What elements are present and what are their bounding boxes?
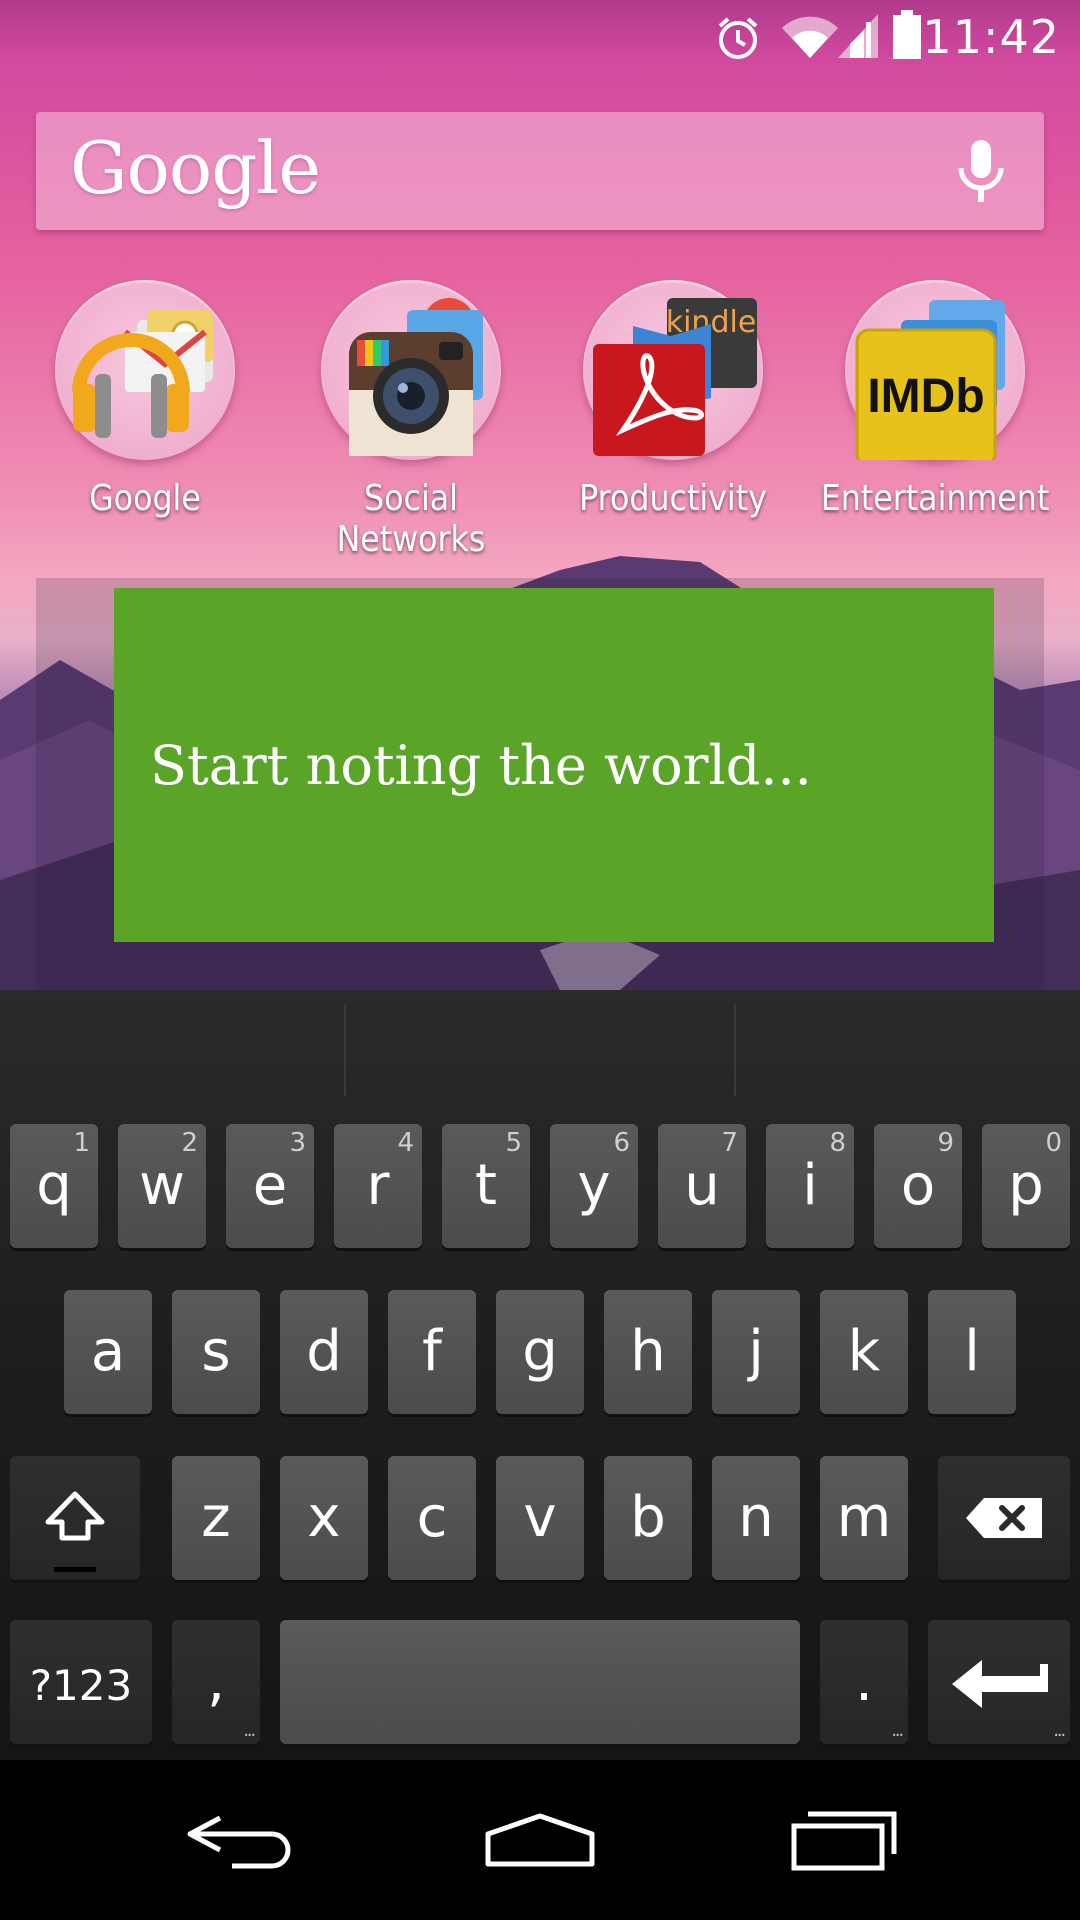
folder-entertainment[interactable]: IMDb Entertainment bbox=[800, 280, 1070, 540]
enter-icon bbox=[952, 1660, 1048, 1708]
folder-label: Google bbox=[89, 478, 201, 519]
key-t[interactable]: 5t bbox=[442, 1124, 530, 1248]
key-u[interactable]: 7u bbox=[658, 1124, 746, 1248]
shift-indicator bbox=[54, 1567, 96, 1572]
signal-icon bbox=[838, 14, 878, 58]
suggestion-divider bbox=[344, 1004, 346, 1096]
shift-key[interactable] bbox=[10, 1456, 140, 1580]
key-o[interactable]: 9o bbox=[874, 1124, 962, 1248]
folder-label: Entertainment bbox=[820, 478, 1050, 519]
key-b[interactable]: b bbox=[604, 1456, 692, 1580]
keyboard: 1q 2w 3e 4r 5t 6y 7u 8i 9o 0p a s d f g … bbox=[0, 990, 1080, 1760]
note-placeholder: Start noting the world... bbox=[150, 734, 812, 797]
headphones-icon bbox=[72, 310, 213, 438]
key-a[interactable]: a bbox=[64, 1290, 152, 1414]
key-e[interactable]: 3e bbox=[226, 1124, 314, 1248]
back-icon[interactable] bbox=[160, 1800, 320, 1880]
key-k[interactable]: k bbox=[820, 1290, 908, 1414]
suggestion-strip bbox=[0, 990, 1080, 1100]
folder-social-networks[interactable]: Social Networks bbox=[276, 280, 546, 560]
folder-google[interactable]: Google bbox=[10, 280, 280, 540]
navigation-bar bbox=[0, 1760, 1080, 1920]
key-r[interactable]: 4r bbox=[334, 1124, 422, 1248]
imdb-text: IMDb bbox=[867, 370, 984, 423]
key-x[interactable]: x bbox=[280, 1456, 368, 1580]
comma-key[interactable]: ,... bbox=[172, 1620, 260, 1744]
status-bar: 11:42 bbox=[0, 0, 1080, 75]
suggestion-slot-right[interactable] bbox=[746, 1004, 1076, 1094]
google-logo: Google bbox=[70, 126, 321, 210]
space-bar[interactable] bbox=[280, 1620, 800, 1744]
google-search-bar[interactable]: Google bbox=[36, 112, 1044, 230]
key-i[interactable]: 8i bbox=[766, 1124, 854, 1248]
wifi-icon bbox=[782, 16, 838, 59]
folder-label: Productivity bbox=[579, 478, 767, 519]
key-n[interactable]: n bbox=[712, 1456, 800, 1580]
key-d[interactable]: d bbox=[280, 1290, 368, 1414]
key-s[interactable]: s bbox=[172, 1290, 260, 1414]
period-key[interactable]: .... bbox=[820, 1620, 908, 1744]
mic-icon[interactable] bbox=[956, 140, 1006, 206]
backspace-icon bbox=[966, 1498, 1042, 1538]
key-m[interactable]: m bbox=[820, 1456, 908, 1580]
recents-icon[interactable] bbox=[764, 1800, 924, 1880]
key-y[interactable]: 6y bbox=[550, 1124, 638, 1248]
suggestion-slot-center[interactable] bbox=[360, 1004, 690, 1094]
instagram-icon bbox=[349, 298, 483, 456]
suggestion-slot-left[interactable] bbox=[10, 1004, 340, 1094]
evernote-widget[interactable]: Start noting the world... bbox=[114, 588, 994, 942]
key-h[interactable]: h bbox=[604, 1290, 692, 1414]
key-z[interactable]: z bbox=[172, 1456, 260, 1580]
key-c[interactable]: c bbox=[388, 1456, 476, 1580]
suggestion-divider bbox=[734, 1004, 736, 1096]
key-v[interactable]: v bbox=[496, 1456, 584, 1580]
key-f[interactable]: f bbox=[388, 1290, 476, 1414]
alarm-icon bbox=[718, 17, 758, 59]
backspace-key[interactable] bbox=[938, 1456, 1070, 1580]
symbols-key[interactable]: ?123 bbox=[10, 1620, 152, 1744]
key-g[interactable]: g bbox=[496, 1290, 584, 1414]
key-p[interactable]: 0p bbox=[982, 1124, 1070, 1248]
folder-productivity[interactable]: kindle Productivity bbox=[538, 280, 808, 540]
folder-label: Social Networks bbox=[336, 478, 486, 560]
home-icon[interactable] bbox=[460, 1800, 620, 1880]
enter-key[interactable]: ... bbox=[928, 1620, 1070, 1744]
key-w[interactable]: 2w bbox=[118, 1124, 206, 1248]
status-clock: 11:42 bbox=[922, 10, 1060, 64]
key-q[interactable]: 1q bbox=[10, 1124, 98, 1248]
imdb-icon: IMDb bbox=[855, 300, 1005, 460]
shift-icon bbox=[45, 1491, 105, 1541]
key-j[interactable]: j bbox=[712, 1290, 800, 1414]
battery-icon bbox=[893, 10, 921, 59]
key-l[interactable]: l bbox=[928, 1290, 1016, 1414]
pdf-reader-icon: kindle bbox=[593, 298, 757, 456]
